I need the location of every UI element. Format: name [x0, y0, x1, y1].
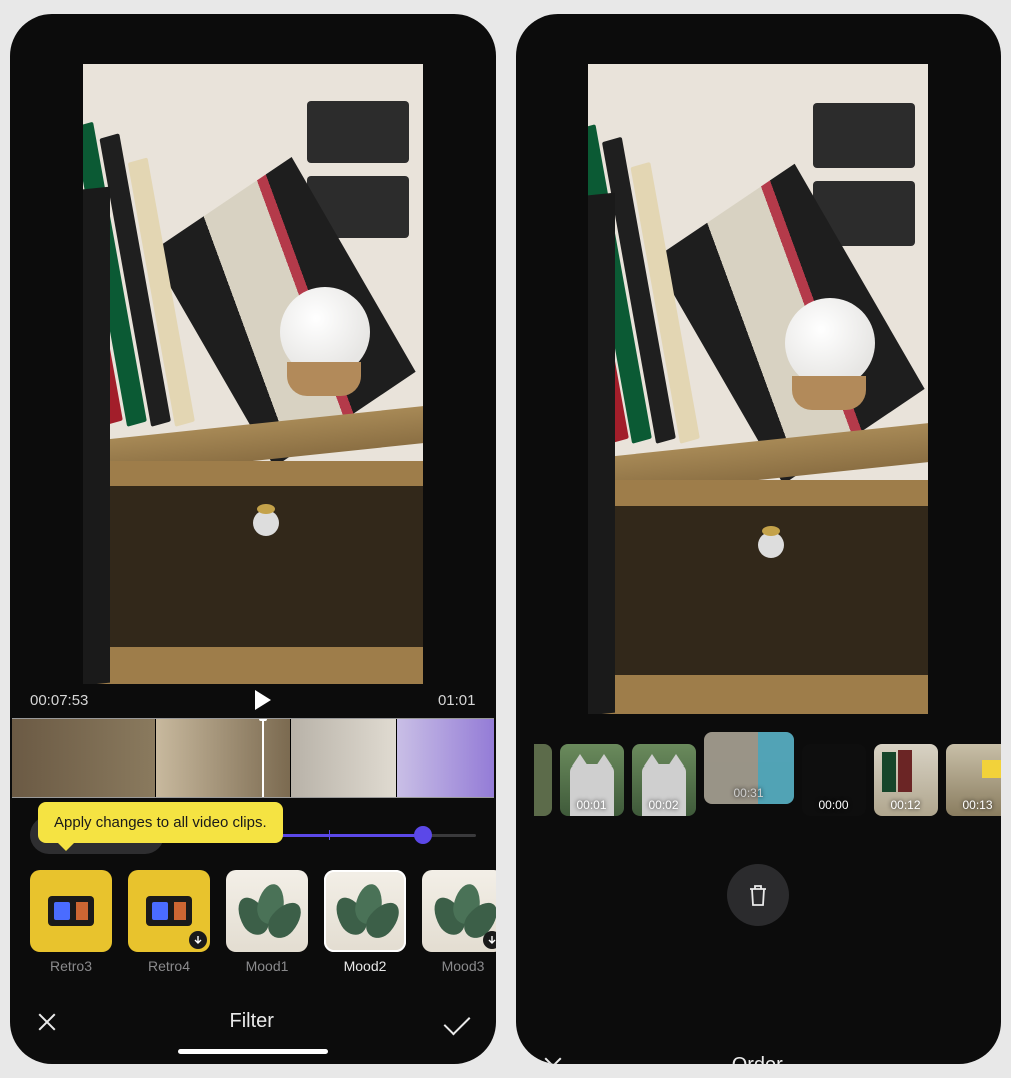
slider-thumb[interactable]: [414, 826, 432, 844]
cancel-button[interactable]: [542, 1055, 564, 1065]
clip-order-list[interactable]: 00:01 00:02 00:31 00:00 00:12 00:13: [516, 714, 1002, 816]
filter-screen: 00:07:53 01:01 Apply changes to all vide…: [10, 14, 496, 1064]
play-button[interactable]: [255, 690, 271, 710]
video-preview-area: [10, 14, 496, 684]
filter-list[interactable]: Retro3 Retro4 Mood1 Mood2 Mood3: [10, 860, 496, 980]
delete-clip-button[interactable]: [727, 864, 789, 926]
timeline[interactable]: [12, 718, 494, 798]
panel-title: Filter: [230, 1010, 274, 1033]
panel-actions: Filter: [10, 992, 496, 1045]
order-screen: 00:01 00:02 00:31 00:00 00:12 00:13 Or: [516, 14, 1002, 1064]
clip-item-dragging[interactable]: 00:31: [704, 732, 794, 804]
panel-title: Order: [732, 1054, 783, 1064]
filter-mood2[interactable]: Mood2: [324, 870, 406, 974]
home-indicator[interactable]: [178, 1049, 328, 1054]
playhead[interactable]: [262, 718, 264, 798]
download-icon: [189, 931, 207, 949]
confirm-button[interactable]: [950, 1052, 977, 1064]
clip-item[interactable]: 00:12: [874, 744, 938, 816]
cancel-button[interactable]: [36, 1011, 58, 1033]
confirm-button[interactable]: [444, 1008, 471, 1035]
panel-actions: Order: [516, 1036, 1002, 1064]
clip-item[interactable]: 00:00: [802, 744, 866, 816]
filter-retro3[interactable]: Retro3: [30, 870, 112, 974]
filter-mood1[interactable]: Mood1: [226, 870, 308, 974]
total-time: 01:01: [438, 692, 476, 709]
video-preview-area: [516, 14, 1002, 714]
clip-item[interactable]: 00:02: [632, 744, 696, 816]
clip-partial[interactable]: [534, 744, 552, 816]
apply-all-tooltip: Apply changes to all video clips.: [38, 802, 283, 843]
video-preview[interactable]: [588, 64, 928, 714]
filter-mood3[interactable]: Mood3: [422, 870, 496, 974]
playback-controls: 00:07:53 01:01: [10, 684, 496, 712]
trash-icon: [746, 882, 770, 908]
clip-item[interactable]: 00:01: [560, 744, 624, 816]
video-preview[interactable]: [83, 64, 423, 684]
download-icon: [483, 931, 496, 949]
current-time: 00:07:53: [30, 692, 88, 709]
clip-item[interactable]: 00:13: [946, 744, 1002, 816]
filter-retro4[interactable]: Retro4: [128, 870, 210, 974]
